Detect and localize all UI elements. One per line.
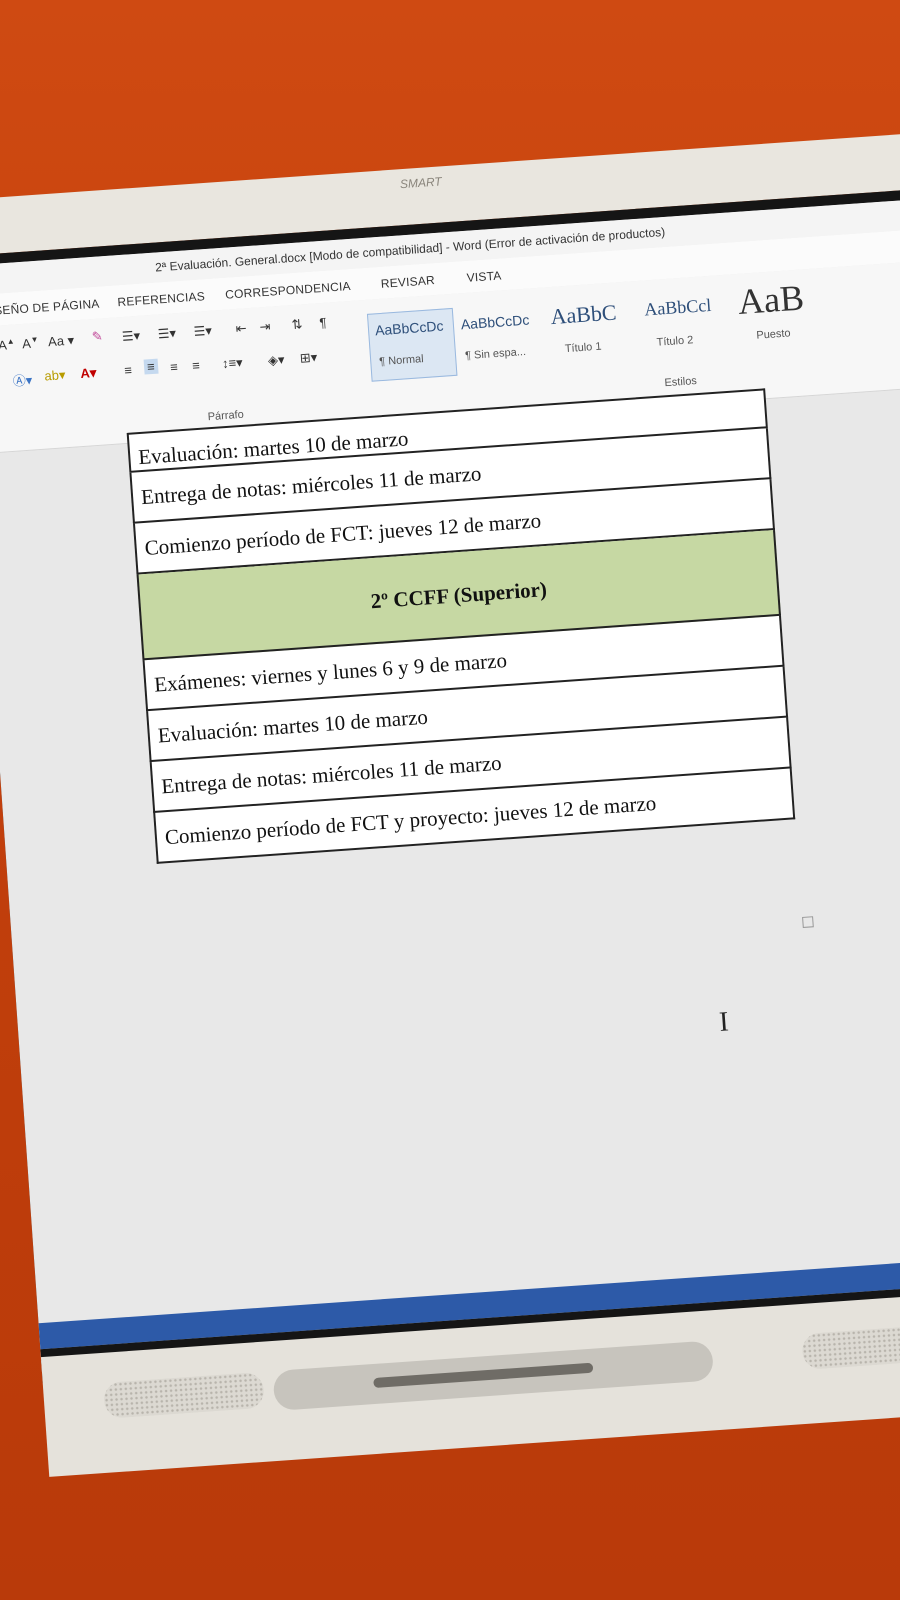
style-name: ¶ Sin espa...	[464, 345, 527, 363]
tab-referencias[interactable]: REFERENCIAS	[117, 289, 205, 309]
bullets-icon[interactable]: ☰▾	[121, 328, 140, 345]
brand-label: SMART	[399, 174, 443, 192]
style-name: Puesto	[755, 327, 791, 342]
style-name: Título 2	[656, 334, 694, 349]
align-center-icon[interactable]: ≡	[143, 358, 159, 375]
tab-vista[interactable]: VISTA	[466, 268, 502, 284]
style-name: Título 1	[564, 340, 602, 356]
grow-font-icon[interactable]: A▲	[0, 337, 15, 353]
multilevel-list-icon[interactable]: ☰▾	[193, 323, 212, 340]
style-name: ¶ Normal	[378, 353, 425, 369]
style-titulo-2[interactable]: AaBbCcl Título 2	[636, 289, 733, 363]
tab-revisar[interactable]: REVISAR	[380, 273, 435, 291]
justify-icon[interactable]: ≡	[192, 358, 201, 373]
increase-indent-icon[interactable]: ⇥	[259, 319, 271, 336]
document-table: Evaluación: martes 10 de marzo Entrega d…	[126, 388, 796, 864]
align-right-icon[interactable]: ≡	[170, 359, 179, 374]
paragraph-group-label: Párrafo	[207, 408, 245, 424]
word-window: 2ª Evaluación. General.docx [Modo de com…	[0, 196, 900, 1374]
styles-group-label: Estilos	[664, 375, 698, 390]
line-spacing-icon[interactable]: ↕≡▾	[222, 355, 244, 372]
style-puesto[interactable]: AaB Puesto	[730, 277, 836, 356]
section-header: 2º CCFF (Superior)	[369, 577, 548, 614]
shrink-font-icon[interactable]: A▼	[22, 335, 40, 351]
borders-icon[interactable]: ⊞▾	[299, 349, 317, 366]
highlight-icon[interactable]: ab▾	[44, 367, 66, 384]
tab-diseno-de-pagina[interactable]: DISEÑO DE PÁGINA	[0, 297, 100, 319]
style-titulo-1[interactable]: AaBbC Título 1	[543, 295, 640, 369]
font-color-icon[interactable]: A▾	[80, 365, 97, 382]
sort-icon[interactable]: ⇅	[291, 316, 303, 333]
numbering-icon[interactable]: ☰▾	[157, 325, 176, 342]
style-sample: AaBbC	[549, 299, 618, 330]
pilcrow-icon[interactable]: ¶	[319, 315, 327, 330]
style-normal[interactable]: AaBbCcDc ¶ Normal	[366, 307, 458, 382]
change-case-label: Aa	[47, 333, 65, 350]
decrease-indent-icon[interactable]: ⇤	[235, 320, 247, 337]
tab-correspondencia[interactable]: CORRESPONDENCIA	[225, 279, 351, 302]
table-resize-handle[interactable]	[802, 916, 814, 928]
align-left-icon[interactable]: ≡	[124, 362, 133, 377]
left-speaker	[102, 1371, 265, 1419]
right-speaker	[801, 1322, 900, 1370]
text-cursor-icon: I	[718, 1006, 730, 1039]
change-case-button[interactable]: Aa ▾	[48, 332, 75, 350]
style-sample: AaBbCcDc	[460, 311, 530, 333]
smart-board: SMART 2ª Evaluación. General.docx [Modo …	[0, 130, 900, 1556]
cell-text: Evaluación: martes 10 de marzo	[156, 704, 429, 748]
style-sample: AaBbCcDc	[374, 317, 444, 339]
style-sin-espaciado[interactable]: AaBbCcDc ¶ Sin espa...	[453, 302, 546, 376]
style-sample: AaB	[736, 277, 806, 322]
style-sample: AaBbCcl	[643, 294, 712, 320]
shading-icon[interactable]: ◈▾	[267, 352, 285, 369]
clear-format-icon[interactable]: ✎	[91, 328, 103, 345]
text-effects-icon[interactable]: Ⓐ▾	[12, 369, 33, 389]
